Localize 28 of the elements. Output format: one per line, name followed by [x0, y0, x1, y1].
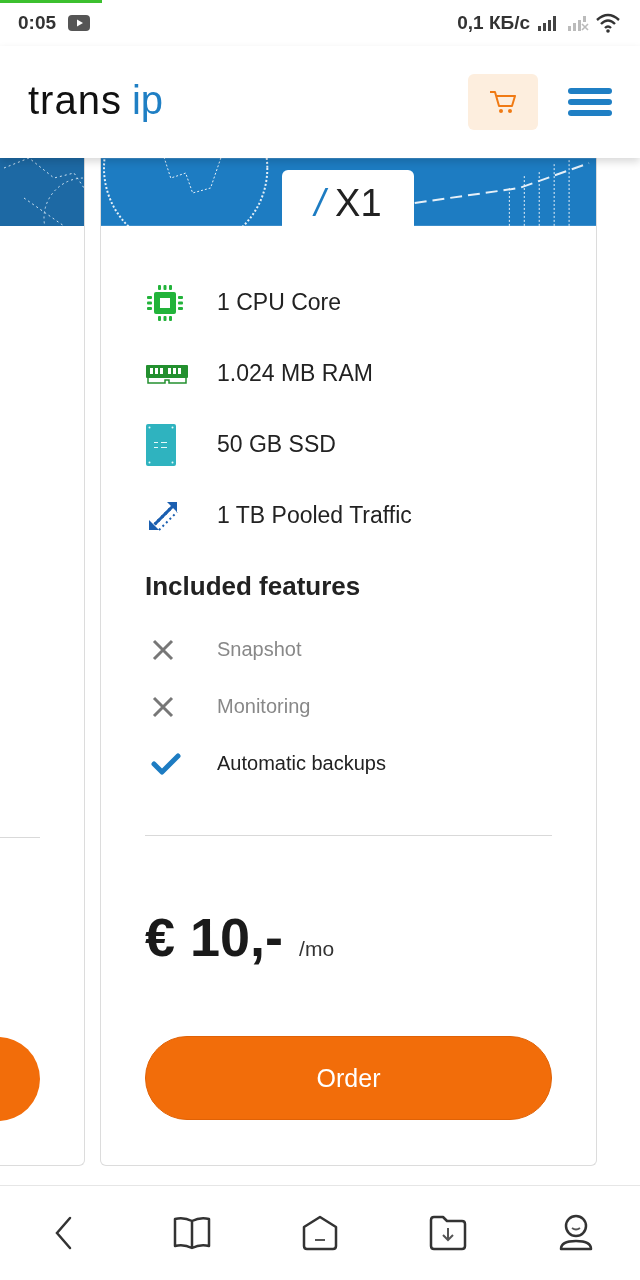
- price: € 10,-: [145, 906, 284, 968]
- no-signal-icon: [566, 14, 590, 32]
- status-time: 0:05: [18, 12, 57, 34]
- logo-text: trans: [28, 77, 122, 123]
- price-period: /mo: [299, 937, 335, 961]
- profile-icon[interactable]: [558, 1214, 594, 1252]
- spec-text: 1 TB Pooled Traffic: [217, 502, 412, 529]
- home-icon[interactable]: [301, 1214, 339, 1252]
- feature-label: Automatic backups: [217, 752, 386, 775]
- network-speed: 0,1 КБ/с: [457, 12, 530, 34]
- features-heading: Included features: [145, 570, 362, 603]
- plan-name: X1: [335, 180, 382, 225]
- feature-label: Monitoring: [217, 695, 311, 718]
- wifi-icon: [596, 13, 622, 33]
- cart-icon: [488, 89, 518, 115]
- cpu-icon: [145, 282, 185, 323]
- ssd-icon: [145, 422, 177, 467]
- menu-icon[interactable]: [568, 86, 612, 118]
- plan-prefix: /: [314, 180, 326, 225]
- spec-text: 50 GB SSD: [217, 431, 336, 458]
- feature-label: Snapshot: [217, 638, 302, 661]
- video-icon: [68, 15, 91, 31]
- book-icon[interactable]: [172, 1215, 212, 1251]
- download-folder-icon[interactable]: [428, 1215, 468, 1251]
- spec-text: 1.024 MB RAM: [217, 360, 373, 387]
- logo-text: ip: [131, 77, 164, 123]
- order-button[interactable]: Order: [145, 1036, 552, 1120]
- spec-text: 1 CPU Core: [217, 289, 341, 316]
